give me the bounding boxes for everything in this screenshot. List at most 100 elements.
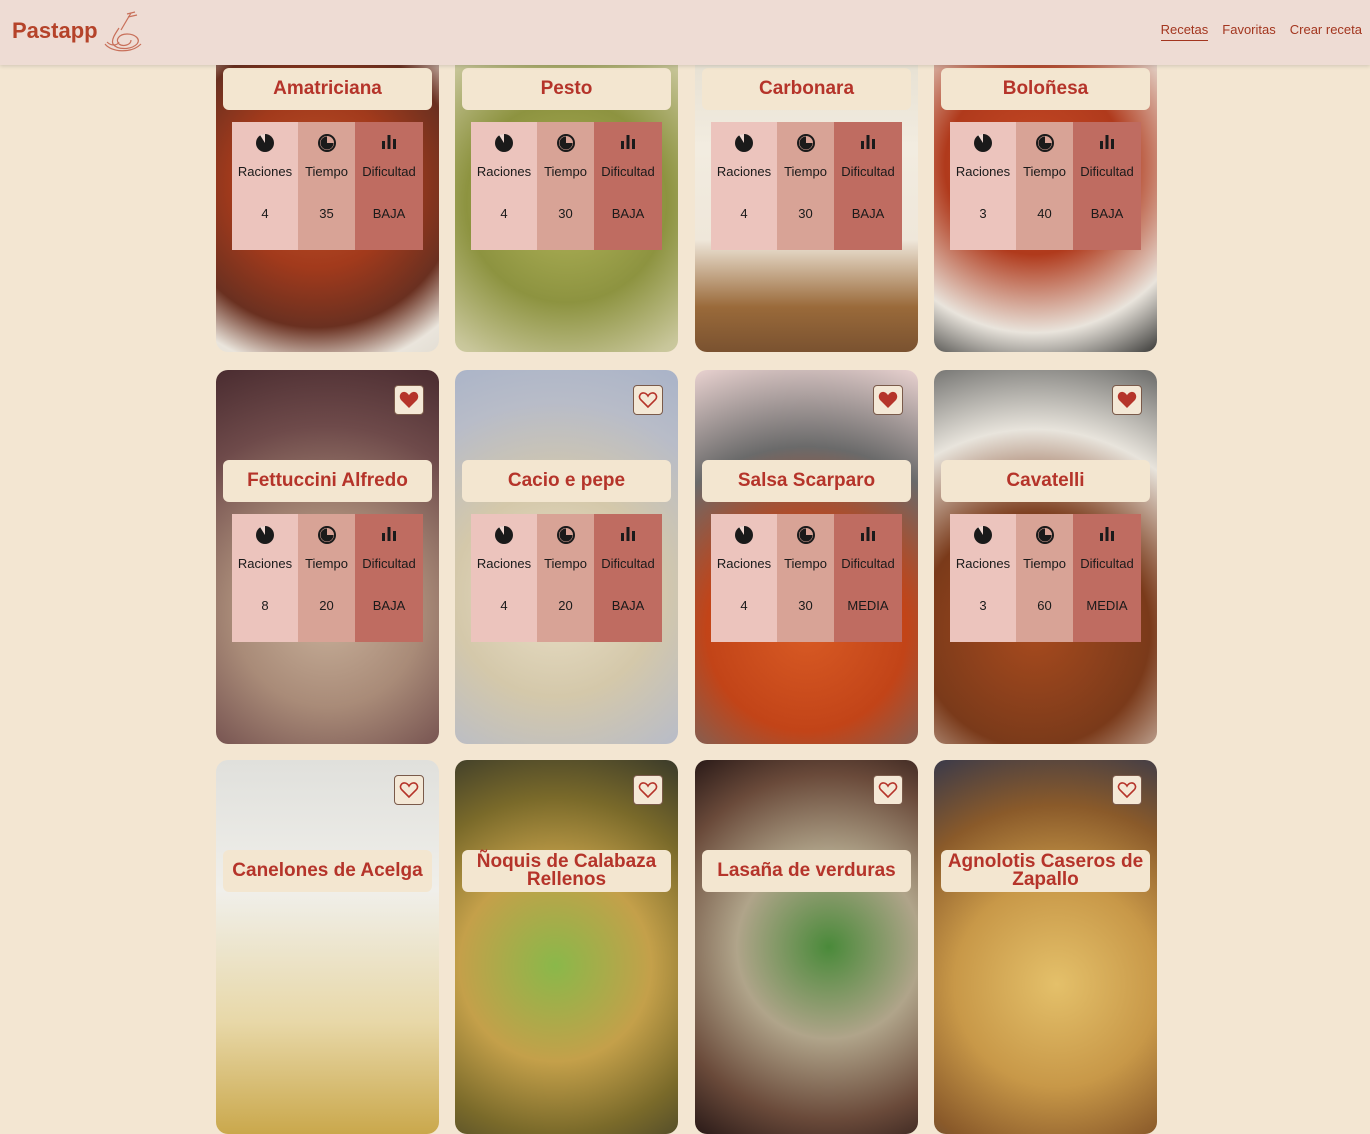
recipe-stats: Raciones 3 Tiempo 60 Dificultad MEDIA xyxy=(950,514,1141,642)
stat-servings-value: 4 xyxy=(500,598,508,613)
stat-servings: Raciones 8 xyxy=(232,514,298,642)
stat-servings: Raciones 4 xyxy=(471,514,537,642)
stat-servings-value: 3 xyxy=(979,598,987,613)
stat-difficulty: Dificultad BAJA xyxy=(594,514,662,642)
app-brand[interactable]: Pastapp xyxy=(12,18,98,44)
recipe-title-box: Amatriciana xyxy=(223,68,432,110)
stat-time-value: 30 xyxy=(558,206,573,221)
favorite-button[interactable] xyxy=(873,775,903,805)
stat-time-value: 30 xyxy=(798,598,813,613)
recipe-title[interactable]: Amatriciana xyxy=(273,79,382,98)
stat-servings-value: 3 xyxy=(979,206,987,221)
stat-difficulty-label: Dificultad xyxy=(362,164,416,179)
clock-icon xyxy=(1035,133,1055,153)
nav-recetas[interactable]: Recetas xyxy=(1160,22,1209,41)
stat-servings-label: Raciones xyxy=(716,164,772,179)
stat-time: Tiempo 35 xyxy=(298,122,355,250)
servings-pie-icon xyxy=(973,525,993,545)
recipe-title[interactable]: Agnolotis Caseros de Zapallo xyxy=(941,852,1150,889)
stat-difficulty-label: Dificultad xyxy=(601,164,655,179)
stat-time-value: 30 xyxy=(798,206,813,221)
recipe-card[interactable]: Cavatelli Raciones 3 Tiempo 60 Dificultad MEDI… xyxy=(934,370,1157,744)
recipe-title[interactable]: Cacio e pepe xyxy=(508,471,625,490)
favorite-button[interactable] xyxy=(1112,775,1142,805)
stat-servings: Raciones 4 xyxy=(471,122,537,250)
recipe-card[interactable]: Agnolotis Caseros de Zapallo xyxy=(934,760,1157,1134)
favorite-button[interactable] xyxy=(1112,385,1142,415)
stat-servings-value: 4 xyxy=(261,206,269,221)
heart-outline-icon xyxy=(399,781,419,799)
recipe-card[interactable]: Canelones de Acelga xyxy=(216,760,439,1134)
clock-icon xyxy=(796,525,816,545)
recipe-card[interactable]: Lasaña de verduras xyxy=(695,760,918,1134)
favorite-button[interactable] xyxy=(394,385,424,415)
recipe-title-box: Salsa Scarparo xyxy=(702,460,911,502)
favorite-button[interactable] xyxy=(394,775,424,805)
stat-time-value: 20 xyxy=(558,598,573,613)
stat-servings-label: Raciones xyxy=(955,164,1011,179)
favorite-button[interactable] xyxy=(873,385,903,415)
nav-crear-receta[interactable]: Crear receta xyxy=(1290,22,1362,41)
difficulty-chart-icon xyxy=(1098,525,1116,545)
stat-difficulty: Dificultad BAJA xyxy=(355,514,423,642)
recipe-title-box: Boloñesa xyxy=(941,68,1150,110)
stat-servings: Raciones 3 xyxy=(950,514,1016,642)
stat-difficulty-value: BAJA xyxy=(372,598,406,613)
recipe-title-box: Fettuccini Alfredo xyxy=(223,460,432,502)
stat-time: Tiempo 30 xyxy=(537,122,594,250)
recipe-stats: Raciones 4 Tiempo 30 Dificultad BAJA xyxy=(711,122,902,250)
recipe-title[interactable]: Salsa Scarparo xyxy=(738,471,875,490)
stat-servings-label: Raciones xyxy=(237,556,293,571)
recipe-title[interactable]: Carbonara xyxy=(759,79,854,98)
recipe-title[interactable]: Fettuccini Alfredo xyxy=(247,471,408,490)
recipe-stats: Raciones 4 Tiempo 20 Dificultad BAJA xyxy=(471,514,662,642)
recipe-card[interactable]: Salsa Scarparo Raciones 4 Tiempo 30 Dificulta… xyxy=(695,370,918,744)
stat-difficulty-value: BAJA xyxy=(851,206,885,221)
stat-difficulty: Dificultad BAJA xyxy=(1073,122,1141,250)
nav-favoritas[interactable]: Favoritas xyxy=(1222,22,1275,41)
stat-servings: Raciones 4 xyxy=(711,122,777,250)
stat-difficulty-value: MEDIA xyxy=(1086,598,1128,613)
stat-servings-label: Raciones xyxy=(955,556,1011,571)
main-nav: Recetas Favoritas Crear receta xyxy=(1160,22,1362,41)
clock-icon xyxy=(796,133,816,153)
stat-difficulty-label: Dificultad xyxy=(1080,556,1134,571)
stat-difficulty-label: Dificultad xyxy=(1080,164,1134,179)
recipe-card[interactable]: Cacio e pepe Raciones 4 Tiempo 20 Dificultad B… xyxy=(455,370,678,744)
favorite-button[interactable] xyxy=(633,385,663,415)
recipe-card[interactable]: Fettuccini Alfredo Raciones 8 Tiempo 20 Dific… xyxy=(216,370,439,744)
servings-pie-icon xyxy=(494,133,514,153)
recipe-title[interactable]: Pesto xyxy=(541,79,593,98)
stat-servings-value: 4 xyxy=(500,206,508,221)
stat-time-label: Tiempo xyxy=(784,556,827,571)
stat-time-label: Tiempo xyxy=(305,164,348,179)
difficulty-chart-icon xyxy=(380,133,398,153)
favorite-button[interactable] xyxy=(633,775,663,805)
servings-pie-icon xyxy=(734,525,754,545)
recipe-stats: Raciones 8 Tiempo 20 Dificultad BAJA xyxy=(232,514,423,642)
heart-filled-icon xyxy=(878,391,898,409)
recipe-card[interactable]: Ñoquis de Calabaza Rellenos xyxy=(455,760,678,1134)
recipe-title[interactable]: Ñoquis de Calabaza Rellenos xyxy=(462,852,671,889)
recipe-title[interactable]: Cavatelli xyxy=(1006,471,1084,490)
recipe-title[interactable]: Boloñesa xyxy=(1003,79,1089,98)
recipe-title[interactable]: Canelones de Acelga xyxy=(232,861,422,880)
stat-difficulty-label: Dificultad xyxy=(841,164,895,179)
servings-pie-icon xyxy=(255,133,275,153)
stat-time-label: Tiempo xyxy=(1023,164,1066,179)
recipe-stats: Raciones 4 Tiempo 30 Dificultad MEDIA xyxy=(711,514,902,642)
heart-filled-icon xyxy=(1117,391,1137,409)
servings-pie-icon xyxy=(973,133,993,153)
stat-servings-label: Raciones xyxy=(476,556,532,571)
recipe-image xyxy=(216,760,439,1134)
clock-icon xyxy=(317,525,337,545)
stat-difficulty-value: BAJA xyxy=(372,206,406,221)
recipe-title-box: Pesto xyxy=(462,68,671,110)
pasta-fork-logo-icon xyxy=(104,11,142,52)
heart-outline-icon xyxy=(638,391,658,409)
heart-outline-icon xyxy=(638,781,658,799)
stat-time: Tiempo 60 xyxy=(1016,514,1073,642)
recipe-title-box: Ñoquis de Calabaza Rellenos xyxy=(462,850,671,892)
stat-difficulty-label: Dificultad xyxy=(601,556,655,571)
recipe-title[interactable]: Lasaña de verduras xyxy=(717,861,895,880)
